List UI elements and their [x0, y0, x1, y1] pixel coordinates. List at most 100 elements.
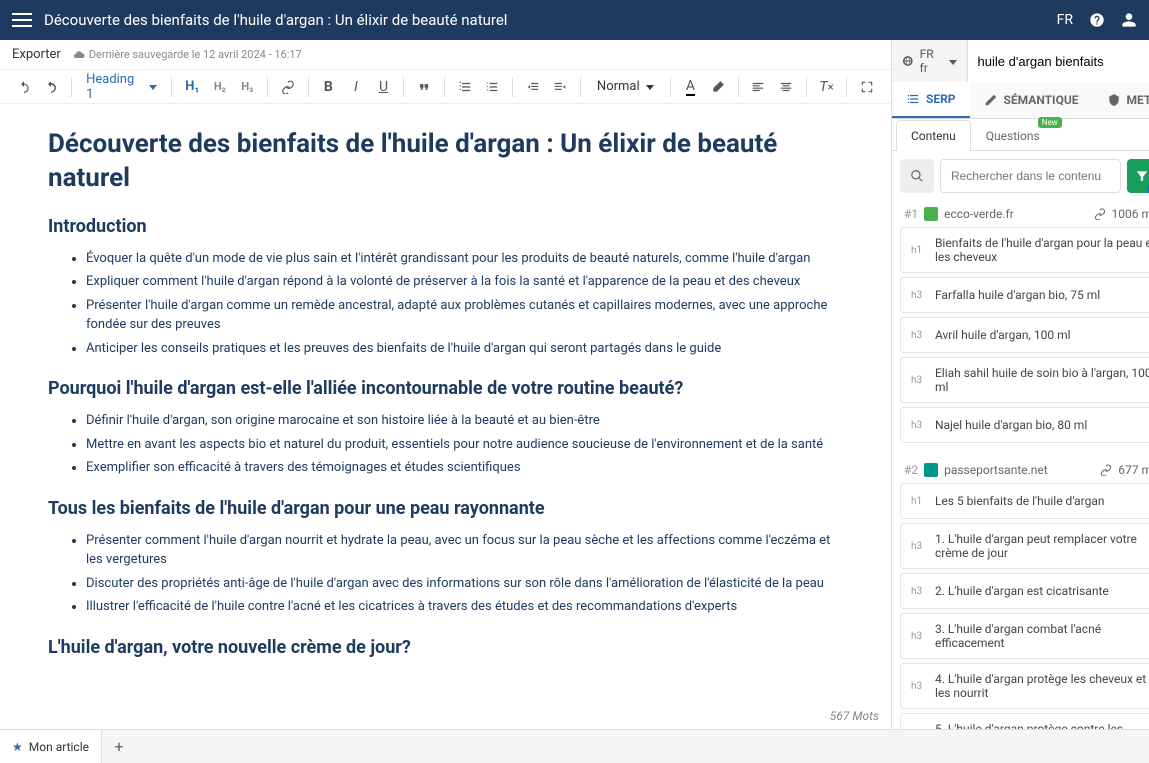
heading-item[interactable]: h3 1. L'huile d'argan peut remplacer vot…: [900, 523, 1149, 569]
section-heading: Tous les bienfaits de l'huile d'argan po…: [48, 498, 843, 519]
tab-semantique[interactable]: SÉMANTIQUE: [970, 82, 1093, 118]
highlight-button[interactable]: [706, 75, 730, 99]
heading-text: Bienfaits de l'huile d'argan pour la pea…: [935, 236, 1149, 264]
heading-item[interactable]: h3 Najel huile d'argan bio, 80 ml: [900, 407, 1149, 443]
serp-result: #2 passeportsante.net 677 mots h1 Les 5 …: [900, 457, 1149, 729]
heading-item[interactable]: h3 3. L'huile d'argan combat l'acné effi…: [900, 613, 1149, 659]
result-domain[interactable]: ecco-verde.fr: [944, 207, 1087, 221]
editor-content[interactable]: Découverte des bienfaits de l'huile d'ar…: [0, 104, 891, 729]
h3-button[interactable]: H₃: [236, 75, 260, 99]
filter-button[interactable]: 3: [1127, 159, 1149, 193]
result-rank: #1: [904, 207, 918, 221]
section-list: Présenter comment l'huile d'argan nourri…: [48, 531, 843, 617]
word-count: 1006 mots: [1112, 207, 1149, 221]
page-title: Découverte des bienfaits de l'huile d'ar…: [44, 11, 1053, 29]
align-center-button[interactable]: [774, 75, 798, 99]
heading-tag: h3: [911, 375, 927, 386]
link-icon[interactable]: [1094, 208, 1106, 220]
word-count: 567 Mots: [830, 709, 879, 723]
link-button[interactable]: [276, 75, 300, 99]
export-bar: Exporter Dernière sauvegarde le 12 avril…: [0, 40, 891, 70]
redo-button[interactable]: [40, 75, 64, 99]
heading-item[interactable]: h3 Avril huile d'argan, 100 ml: [900, 317, 1149, 353]
language-selector[interactable]: FR: [1053, 12, 1073, 28]
section-heading: Introduction: [48, 216, 843, 237]
list-item: Définir l'huile d'argan, son origine mar…: [86, 411, 843, 431]
heading-tag: h3: [911, 586, 927, 597]
heading-item[interactable]: h3 Farfalla huile d'argan bio, 75 ml: [900, 277, 1149, 313]
clear-format-button[interactable]: T×: [815, 75, 839, 99]
section-list: Évoquer la quête d'un mode de vie plus s…: [48, 249, 843, 359]
content-filter-input[interactable]: [940, 159, 1121, 193]
heading-tag: h1: [911, 496, 927, 507]
editor-pane: Exporter Dernière sauvegarde le 12 avril…: [0, 40, 892, 729]
subtabs: Contenu Questions New: [892, 119, 1149, 151]
heading-item[interactable]: h3 Eliah sahil huile de soin bio à l'arg…: [900, 357, 1149, 403]
tab-serp[interactable]: SERP: [892, 82, 970, 118]
quote-button[interactable]: [412, 75, 436, 99]
heading-text: Avril huile d'argan, 100 ml: [935, 328, 1149, 342]
pencil-icon: [984, 93, 998, 107]
favicon-icon: [924, 463, 938, 477]
heading-text: 5. L'huile d'argan protège contre les ma…: [935, 722, 1149, 729]
fullscreen-button[interactable]: [855, 75, 879, 99]
heading-item[interactable]: h1 Les 5 bienfaits de l'huile d'argan: [900, 483, 1149, 519]
serp-search-input[interactable]: [968, 40, 1149, 82]
star-icon: ★: [12, 740, 23, 754]
heading-item[interactable]: h3 2. L'huile d'argan est cicatrisante: [900, 573, 1149, 609]
heading-text: 4. L'huile d'argan protège les cheveux e…: [935, 672, 1149, 700]
result-domain[interactable]: passeportsante.net: [944, 463, 1094, 477]
heading-dropdown[interactable]: Heading 1: [80, 72, 163, 102]
list-item: Présenter comment l'huile d'argan nourri…: [86, 531, 843, 570]
ordered-list-button[interactable]: [453, 75, 477, 99]
favicon-icon: [924, 207, 938, 221]
list-item: Présenter l'huile d'argan comme un remèd…: [86, 296, 843, 335]
list-icon: [906, 92, 920, 106]
serp-result: #1 ecco-verde.fr 1006 mots h1 Bienfaits …: [900, 201, 1149, 443]
hamburger-menu-icon[interactable]: [12, 10, 32, 30]
user-icon[interactable]: [1121, 12, 1137, 28]
word-count: 677 mots: [1118, 463, 1149, 477]
italic-button[interactable]: I: [344, 75, 368, 99]
outdent-button[interactable]: [521, 75, 545, 99]
indent-button[interactable]: [548, 75, 572, 99]
section-list: Définir l'huile d'argan, son origine mar…: [48, 411, 843, 478]
search-language-selector[interactable]: FR fr: [892, 40, 968, 82]
globe-icon: [902, 54, 914, 68]
format-dropdown[interactable]: Normal: [589, 79, 662, 94]
heading-text: Farfalla huile d'argan bio, 75 ml: [935, 288, 1149, 302]
heading-tag: h3: [911, 681, 927, 692]
heading-tag: h3: [911, 541, 927, 552]
text-color-button[interactable]: A: [679, 75, 703, 99]
subtab-questions[interactable]: Questions New: [971, 120, 1055, 151]
list-item: Illustrer l'efficacité de l'huile contre…: [86, 597, 843, 617]
undo-button[interactable]: [12, 75, 36, 99]
subtab-contenu[interactable]: Contenu: [896, 120, 971, 151]
align-left-button[interactable]: [747, 75, 771, 99]
serp-results: #1 ecco-verde.fr 1006 mots h1 Bienfaits …: [892, 201, 1149, 729]
export-button[interactable]: Exporter: [12, 47, 61, 62]
heading-tag: h3: [911, 631, 927, 642]
tab-meta[interactable]: META New: [1093, 82, 1149, 118]
heading-item[interactable]: h3 4. L'huile d'argan protège les cheveu…: [900, 663, 1149, 709]
h2-button[interactable]: H₂: [208, 75, 232, 99]
heading-item[interactable]: h3 5. L'huile d'argan protège contre les…: [900, 713, 1149, 729]
heading-item[interactable]: h1 Bienfaits de l'huile d'argan pour la …: [900, 227, 1149, 273]
list-item: Expliquer comment l'huile d'argan répond…: [86, 272, 843, 292]
heading-text: 3. L'huile d'argan combat l'acné efficac…: [935, 622, 1149, 650]
help-icon[interactable]: [1089, 12, 1105, 28]
top-navbar: Découverte des bienfaits de l'huile d'ar…: [0, 0, 1149, 40]
h1-button[interactable]: H₁: [180, 75, 204, 99]
list-item: Évoquer la quête d'un mode de vie plus s…: [86, 249, 843, 269]
article-tab[interactable]: ★ Mon article: [0, 730, 102, 763]
heading-text: Najel huile d'argan bio, 80 ml: [935, 418, 1149, 432]
underline-button[interactable]: U: [372, 75, 396, 99]
add-tab-button[interactable]: +: [102, 730, 136, 763]
section-heading: Pourquoi l'huile d'argan est-elle l'alli…: [48, 378, 843, 399]
link-icon[interactable]: [1100, 464, 1112, 476]
list-item: Mettre en avant les aspects bio et natur…: [86, 435, 843, 455]
chevron-down-icon: [947, 54, 957, 68]
unordered-list-button[interactable]: [480, 75, 504, 99]
bold-button[interactable]: B: [317, 75, 341, 99]
section-heading: L'huile d'argan, votre nouvelle crème de…: [48, 637, 843, 658]
